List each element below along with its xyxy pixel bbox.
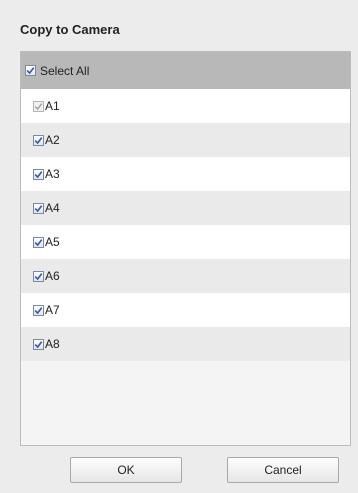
camera-item-a3[interactable]: A3: [21, 157, 350, 191]
camera-checkbox-a5[interactable]: [33, 236, 44, 248]
camera-checkbox-a2[interactable]: [33, 134, 44, 146]
checkmark-icon: [34, 170, 43, 178]
camera-list: A1 A2 A3 A4 A5 A6 A7 A8: [21, 89, 350, 361]
dialog-title: Copy to Camera: [20, 22, 120, 37]
camera-label-a7: A7: [45, 303, 60, 317]
dialog-footer: OK Cancel: [0, 444, 358, 493]
camera-label-a5: A5: [45, 235, 60, 249]
checkmark-icon: [34, 102, 43, 110]
camera-label-a3: A3: [45, 167, 60, 181]
camera-checkbox-a1: [33, 100, 44, 112]
camera-checkbox-a6[interactable]: [33, 270, 44, 282]
select-all-checkbox[interactable]: [25, 65, 36, 76]
camera-checkbox-a3[interactable]: [33, 168, 44, 180]
camera-checkbox-a4[interactable]: [33, 202, 44, 214]
checkmark-icon: [34, 238, 43, 246]
camera-item-a8[interactable]: A8: [21, 327, 350, 361]
camera-label-a1: A1: [45, 99, 60, 113]
camera-checkbox-a7[interactable]: [33, 304, 44, 316]
camera-item-a1: A1: [21, 89, 350, 123]
checkmark-icon: [34, 204, 43, 212]
checkmark-icon: [34, 136, 43, 144]
copy-to-camera-dialog: Copy to Camera Select All A1 A2 A3 A4 A5…: [0, 0, 358, 493]
checkmark-icon: [34, 306, 43, 314]
camera-item-a4[interactable]: A4: [21, 191, 350, 225]
checkmark-icon: [34, 272, 43, 280]
camera-label-a2: A2: [45, 133, 60, 147]
ok-button[interactable]: OK: [70, 457, 182, 483]
camera-item-a6[interactable]: A6: [21, 259, 350, 293]
camera-label-a4: A4: [45, 201, 60, 215]
camera-checkbox-a8[interactable]: [33, 338, 44, 350]
camera-label-a6: A6: [45, 269, 60, 283]
select-all-row[interactable]: Select All: [21, 52, 350, 89]
checkmark-icon: [34, 340, 43, 348]
cancel-button[interactable]: Cancel: [227, 457, 339, 483]
camera-label-a8: A8: [45, 337, 60, 351]
checkmark-icon: [26, 67, 35, 75]
camera-list-panel: Select All A1 A2 A3 A4 A5 A6 A7 A8: [20, 51, 351, 446]
camera-item-a2[interactable]: A2: [21, 123, 350, 157]
select-all-label: Select All: [40, 63, 90, 78]
camera-item-a5[interactable]: A5: [21, 225, 350, 259]
camera-item-a7[interactable]: A7: [21, 293, 350, 327]
